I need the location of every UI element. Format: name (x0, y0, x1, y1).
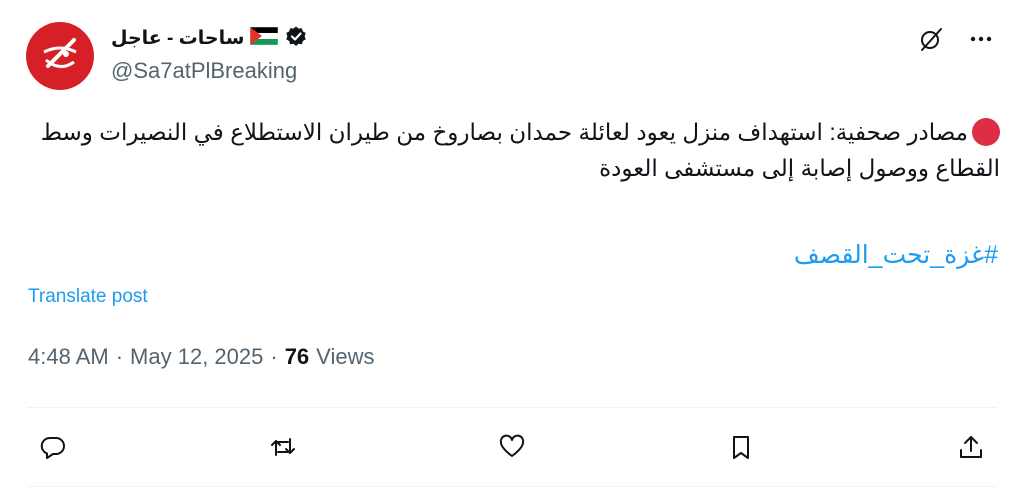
more-icon[interactable] (966, 24, 996, 54)
reply-button[interactable] (36, 430, 70, 464)
tweet-time[interactable]: 4:48 AM (28, 344, 109, 370)
repost-icon (271, 438, 295, 456)
red-circle-icon (972, 118, 1000, 146)
divider-bottom (28, 486, 996, 487)
author-handle[interactable]: @Sa7atPlBreaking (111, 58, 297, 84)
palestine-flag-icon (250, 26, 279, 50)
share-icon (960, 436, 982, 458)
views-label: Views (316, 344, 375, 369)
avatar[interactable] (26, 22, 94, 90)
like-button[interactable] (495, 430, 529, 464)
hashtag-link[interactable]: #غزة_تحت_القصف (794, 240, 998, 270)
views-count: 76 (284, 344, 310, 369)
verified-badge-icon (284, 24, 308, 53)
like-icon (499, 434, 525, 457)
meta-separator: · (115, 344, 124, 369)
avatar-logo (43, 38, 77, 68)
divider (28, 407, 996, 408)
bookmark-icon (733, 436, 749, 459)
grok-icon[interactable] (916, 24, 946, 54)
meta-separator-2: · (270, 344, 278, 369)
bookmark-button[interactable] (724, 430, 758, 464)
repost-button[interactable] (266, 430, 300, 464)
author-display-name[interactable]: ساحات - عاجل (111, 27, 244, 50)
translate-post-link[interactable]: Translate post (28, 286, 148, 308)
tweet-date[interactable]: May 12, 2025 (130, 344, 263, 370)
reply-icon (40, 436, 65, 459)
tweet-body: مصادر صحفية: استهداف منزل يعود لعائلة حم… (40, 119, 1000, 181)
top-actions (916, 24, 996, 54)
share-button[interactable] (954, 430, 988, 464)
tweet-text: مصادر صحفية: استهداف منزل يعود لعائلة حم… (24, 114, 1000, 186)
tweet-meta: 4:48 AM · May 12, 2025 · 76 Views (28, 344, 374, 370)
author-name-row[interactable]: ساحات - عاجل (111, 24, 308, 52)
